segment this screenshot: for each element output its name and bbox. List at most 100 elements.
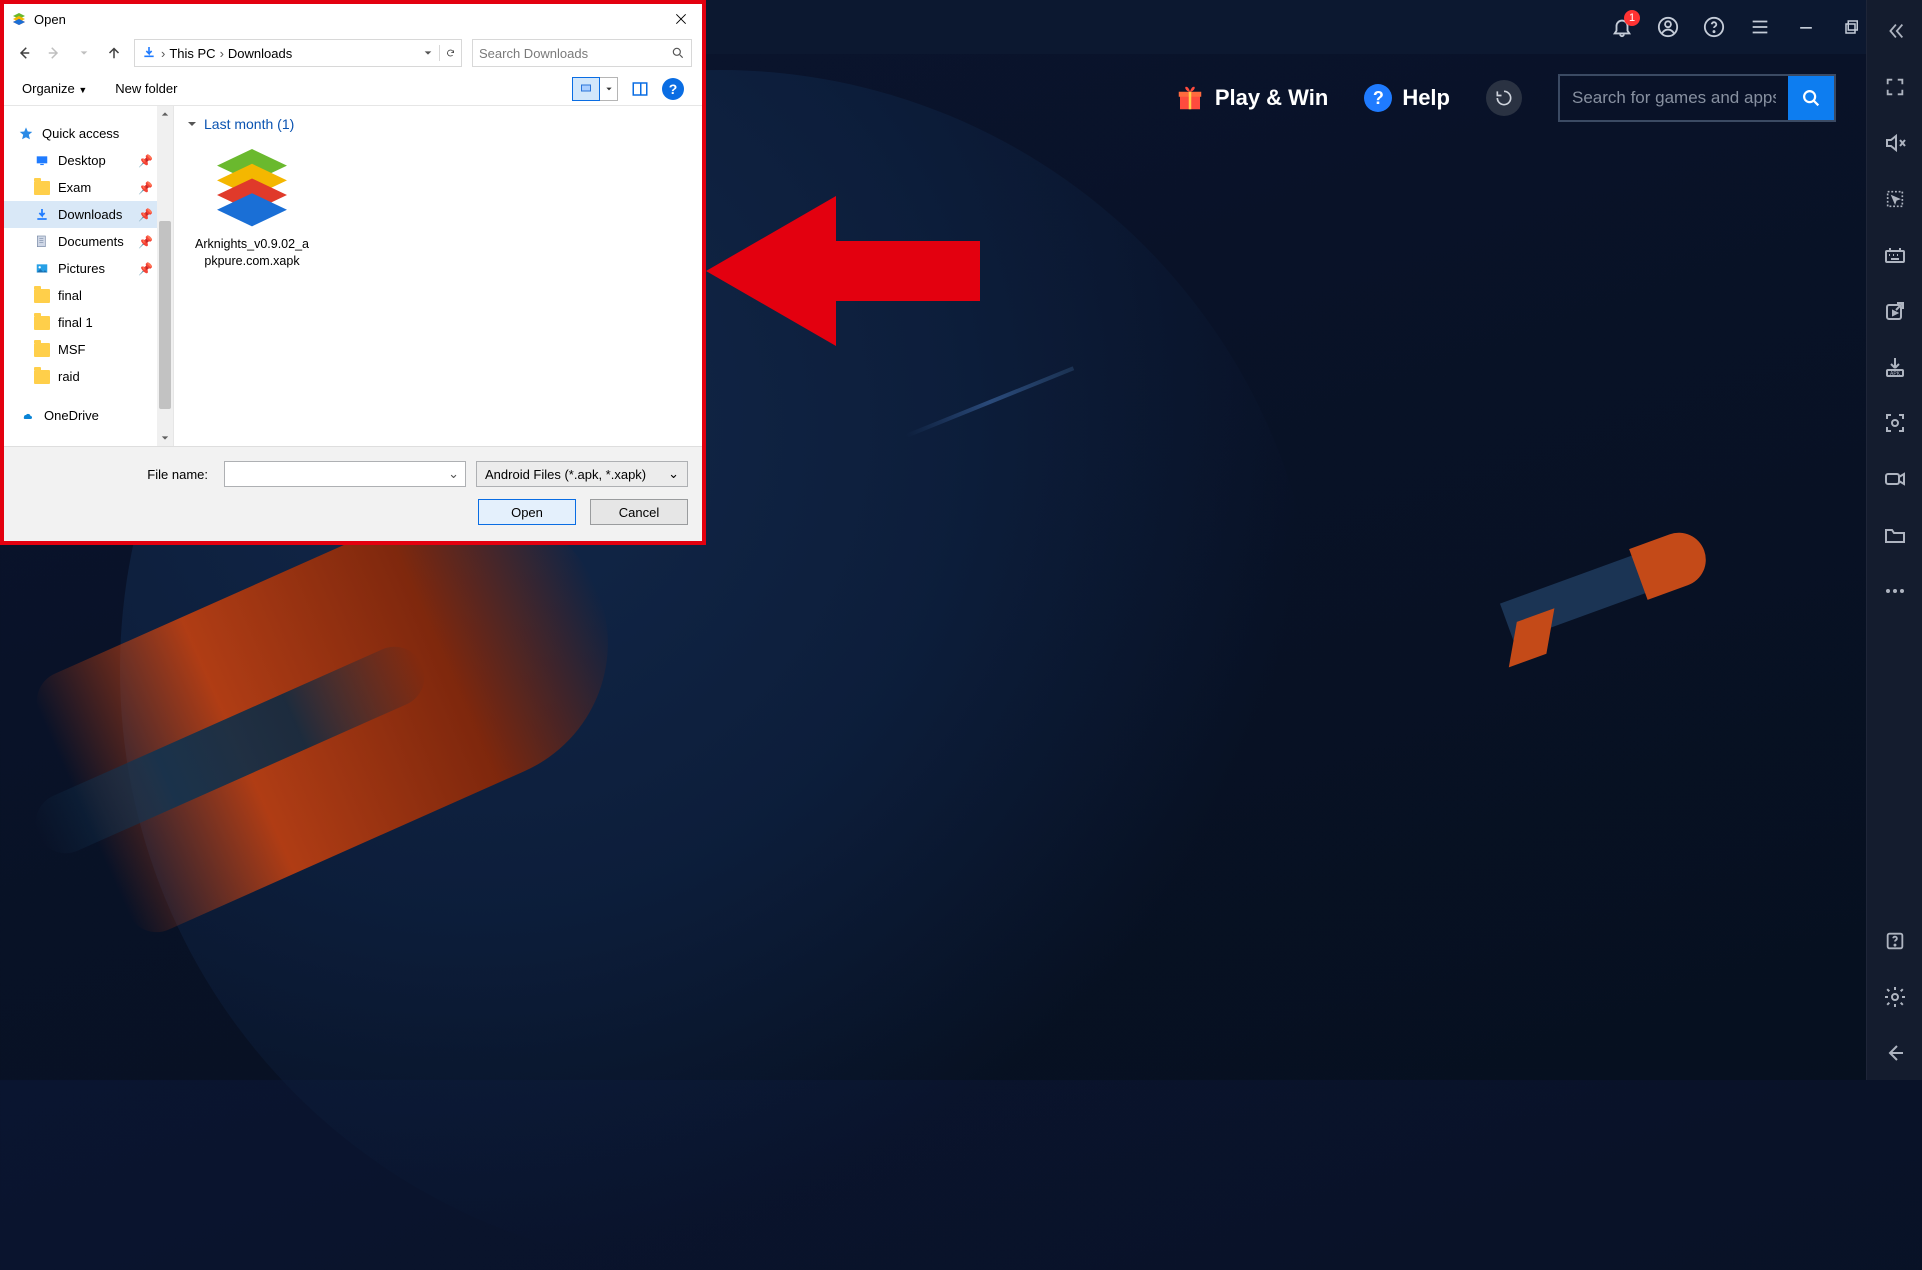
nav-forward-button[interactable] <box>44 43 64 63</box>
install-apk-icon[interactable]: APK <box>1882 354 1908 380</box>
annotation-arrow <box>706 196 980 346</box>
dialog-footer: File name: ⌄ Android Files (*.apk, *.xap… <box>4 446 702 541</box>
bluestacks-file-icon <box>206 138 298 230</box>
cursor-tool-icon[interactable] <box>1882 186 1908 212</box>
downloads-location-icon <box>141 45 157 61</box>
tree-item[interactable]: raid <box>4 363 173 390</box>
pin-icon: 📌 <box>138 154 153 168</box>
scrollbar-thumb[interactable] <box>159 221 171 409</box>
downloads-icon <box>34 207 50 223</box>
chevron-down-icon[interactable] <box>423 48 433 58</box>
minimize-icon[interactable] <box>1794 15 1818 39</box>
dialog-toolbar: Organize ▼ New folder ? <box>4 72 702 106</box>
reload-icon <box>1494 88 1514 108</box>
nav-play-and-win-label: Play & Win <box>1215 85 1329 111</box>
tree-item[interactable]: Pictures📌 <box>4 255 173 282</box>
settings-icon[interactable] <box>1882 984 1908 1010</box>
breadcrumb[interactable]: › This PC › Downloads <box>134 39 462 67</box>
nav-back-button[interactable] <box>14 43 34 63</box>
breadcrumb-current[interactable]: Downloads <box>228 46 292 61</box>
chevron-down-icon[interactable]: ⌄ <box>668 466 679 482</box>
star-icon <box>18 126 34 142</box>
help-icon[interactable] <box>1702 15 1726 39</box>
screenshot-icon[interactable] <box>1882 410 1908 436</box>
maximize-icon[interactable] <box>1840 15 1864 39</box>
open-button[interactable]: Open <box>478 499 576 525</box>
tree-item[interactable]: Documents📌 <box>4 228 173 255</box>
cancel-button[interactable]: Cancel <box>590 499 688 525</box>
dialog-search-placeholder: Search Downloads <box>479 46 588 61</box>
dialog-address-bar: › This PC › Downloads Search Downloads <box>4 34 702 72</box>
more-icon[interactable] <box>1882 578 1908 604</box>
keyboard-icon[interactable] <box>1882 242 1908 268</box>
desktop-icon <box>34 154 50 168</box>
tree-quick-access[interactable]: Quick access <box>4 120 173 147</box>
nav-tree: Quick access Desktop📌 Exam📌 Downloads📌 D… <box>4 106 174 446</box>
search-icon <box>1800 87 1822 109</box>
tree-item[interactable]: final <box>4 282 173 309</box>
account-icon[interactable] <box>1656 15 1680 39</box>
file-name-input[interactable]: ⌄ <box>224 461 466 487</box>
background-rocket <box>1432 495 1733 694</box>
chevron-down-icon[interactable]: ⌄ <box>448 466 459 482</box>
breadcrumb-root[interactable]: This PC <box>169 46 215 61</box>
dialog-help-button[interactable]: ? <box>662 78 684 100</box>
search-input[interactable] <box>1560 76 1788 120</box>
tree-onedrive[interactable]: OneDrive <box>4 402 173 429</box>
bluestacks-icon <box>10 10 28 28</box>
group-header[interactable]: Last month (1) <box>186 116 686 132</box>
onedrive-icon <box>18 410 36 422</box>
folder-icon <box>34 181 50 195</box>
search-box <box>1558 74 1836 122</box>
folder-icon <box>34 343 50 357</box>
volume-mute-icon[interactable] <box>1882 130 1908 156</box>
file-name: Arknights_v0.9.02_apkpure.com.xapk <box>192 236 312 270</box>
right-sidebar: APK <box>1866 0 1922 1080</box>
tree-item[interactable]: Exam📌 <box>4 174 173 201</box>
change-view-dropdown[interactable] <box>600 77 618 101</box>
chevron-down-icon <box>186 118 198 130</box>
file-area[interactable]: Last month (1) Arknights_v0.9.02_apkpure… <box>174 106 702 446</box>
notifications-icon[interactable]: 1 <box>1610 15 1634 39</box>
file-type-filter[interactable]: Android Files (*.apk, *.xapk) ⌄ <box>476 461 688 487</box>
reload-button[interactable] <box>1486 80 1522 116</box>
tree-item-selected[interactable]: Downloads📌 <box>4 201 173 228</box>
search-button[interactable] <box>1788 76 1834 120</box>
nav-recent-button[interactable] <box>74 43 94 63</box>
hamburger-icon[interactable] <box>1748 15 1772 39</box>
record-icon[interactable] <box>1882 466 1908 492</box>
dialog-titlebar: Open <box>4 4 702 34</box>
back-icon[interactable] <box>1882 1040 1908 1066</box>
pin-icon: 📌 <box>138 181 153 195</box>
nav-up-button[interactable] <box>104 43 124 63</box>
nav-help-label: Help <box>1402 85 1450 111</box>
folder-icon[interactable] <box>1882 522 1908 548</box>
pin-icon: 📌 <box>138 208 153 222</box>
pin-icon: 📌 <box>138 262 153 276</box>
organize-button[interactable]: Organize ▼ <box>22 81 87 96</box>
nav-help[interactable]: ? Help <box>1364 84 1450 112</box>
nav-play-and-win[interactable]: Play & Win <box>1175 83 1329 113</box>
pictures-icon <box>34 262 50 276</box>
refresh-icon[interactable] <box>439 45 455 61</box>
tree-item[interactable]: Desktop📌 <box>4 147 173 174</box>
file-tile[interactable]: Arknights_v0.9.02_apkpure.com.xapk <box>192 138 312 270</box>
media-export-icon[interactable] <box>1882 298 1908 324</box>
preview-pane-button[interactable] <box>628 77 652 101</box>
tree-scrollbar[interactable] <box>157 106 173 446</box>
file-open-dialog: Open › This PC › Downloads Search Downlo… <box>0 0 706 545</box>
gift-icon <box>1175 83 1205 113</box>
file-name-label: File name: <box>18 467 214 482</box>
search-icon <box>671 46 685 60</box>
svg-text:APK: APK <box>1889 371 1900 377</box>
fullscreen-icon[interactable] <box>1882 74 1908 100</box>
collapse-sidebar-icon[interactable] <box>1882 18 1908 44</box>
tree-item[interactable]: final 1 <box>4 309 173 336</box>
change-view-button[interactable] <box>572 77 600 101</box>
dialog-search[interactable]: Search Downloads <box>472 39 692 67</box>
folder-icon <box>34 289 50 303</box>
tree-item[interactable]: MSF <box>4 336 173 363</box>
sidebar-help-icon[interactable] <box>1882 928 1908 954</box>
dialog-close-button[interactable] <box>666 8 696 30</box>
new-folder-button[interactable]: New folder <box>115 81 177 96</box>
